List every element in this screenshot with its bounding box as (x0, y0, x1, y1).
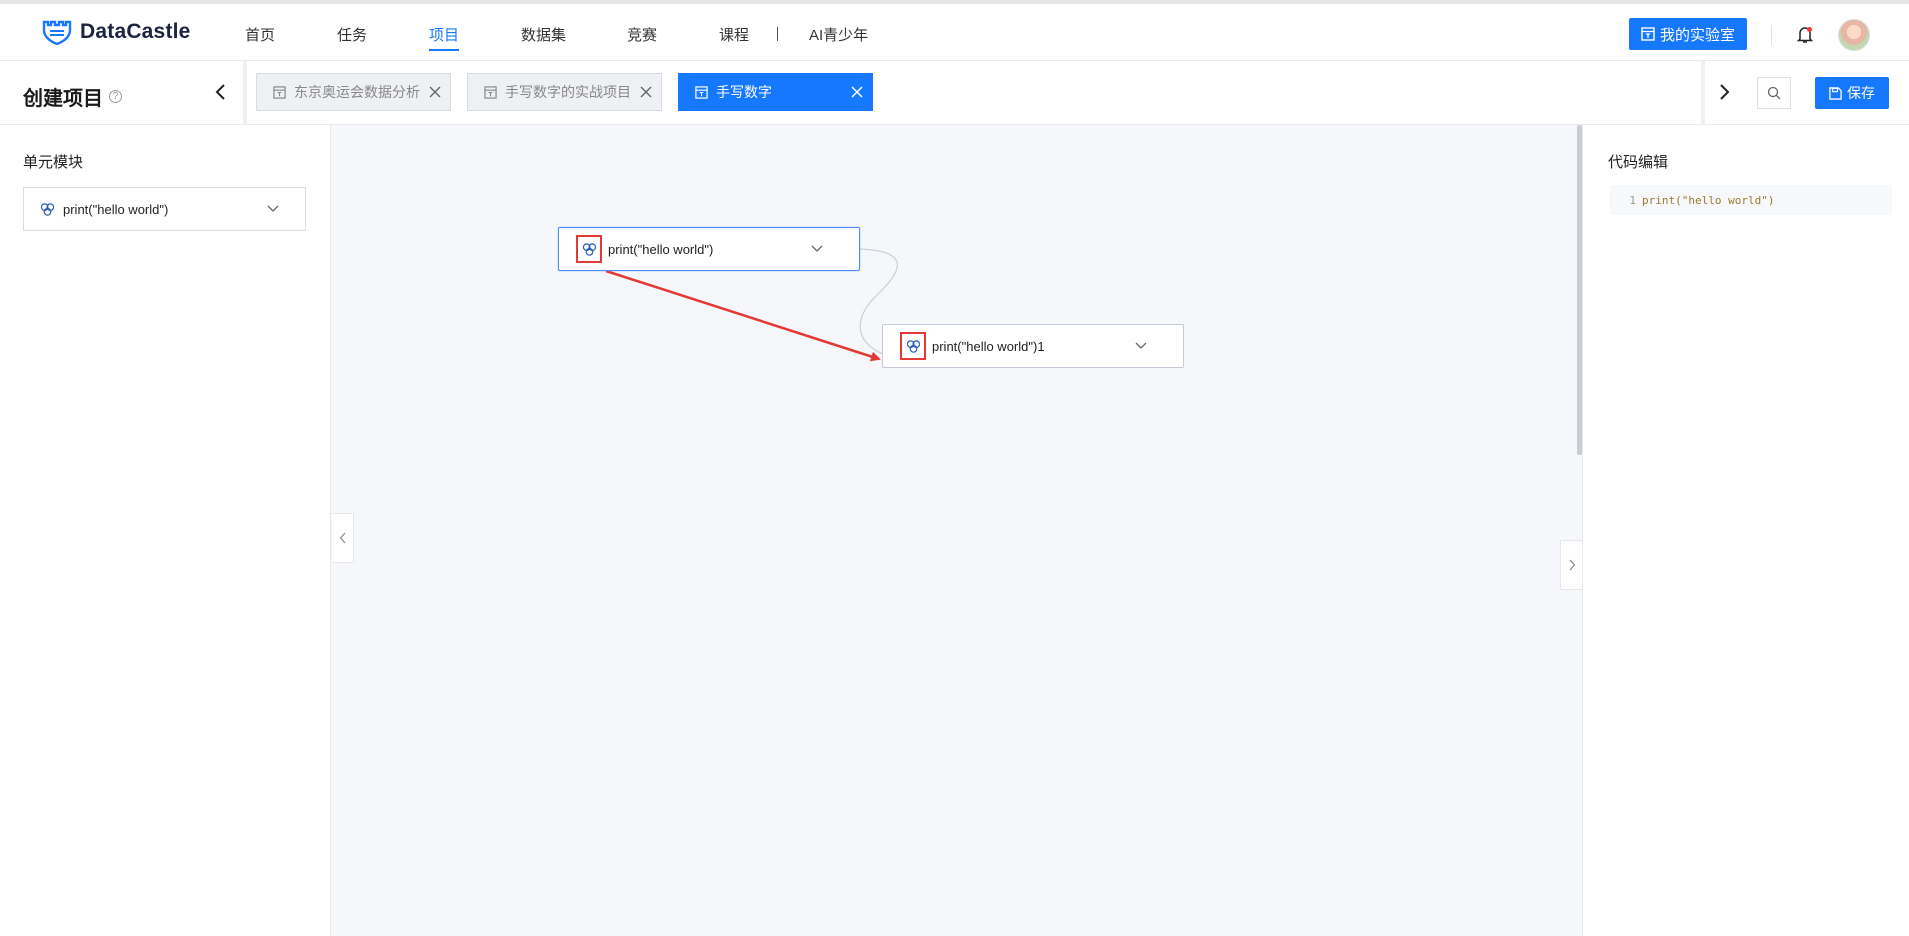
code-editor[interactable]: 1 print("hello world") (1610, 185, 1892, 215)
connection-layer (605, 248, 904, 362)
tab-handwriting-practice[interactable]: 手写数字的实战项目 (467, 73, 662, 111)
page-title-text: 创建项目 (23, 88, 103, 110)
save-button[interactable]: 保存 (1815, 77, 1889, 109)
workflow-canvas[interactable]: print("hello world") print("hello world"… (332, 125, 1582, 936)
search-icon (1767, 86, 1781, 100)
chevron-down-icon[interactable] (811, 245, 823, 253)
nav-item-competitions[interactable]: 竞赛 (627, 24, 657, 64)
brand-name: DataCastle (80, 20, 191, 43)
save-label: 保存 (1847, 85, 1875, 101)
code-editor-panel: 代码编辑 1 print("hello world") (1582, 125, 1909, 936)
my-lab-label: 我的实验室 (1659, 26, 1735, 44)
project-toolbar: 创建项目 ? 东京奥运会数据分析 手写数字的实战项目 手写数字 保存 (0, 61, 1909, 125)
node-cluster-icon[interactable] (900, 332, 926, 360)
page-title: 创建项目 ? (23, 82, 122, 111)
datacastle-logo-icon (42, 20, 72, 45)
help-icon[interactable]: ? (109, 90, 122, 103)
tab-handwriting-digits[interactable]: 手写数字 (678, 73, 873, 111)
nav-item-ai-youth[interactable]: AI青少年 (809, 24, 868, 64)
canvas-node-hello-world[interactable]: print("hello world") (558, 227, 860, 271)
project-tab-icon (273, 85, 286, 99)
tab-label: 东京奥运会数据分析 (294, 84, 420, 100)
node-cluster-icon[interactable] (576, 235, 602, 263)
logo[interactable]: DataCastle (42, 19, 191, 45)
panel-heading: 单元模块 (23, 154, 84, 171)
tab-close-icon[interactable] (842, 86, 872, 98)
search-button[interactable] (1757, 77, 1791, 109)
nav-item-tasks[interactable]: 任务 (337, 24, 367, 64)
chevron-down-icon[interactable] (1135, 342, 1147, 350)
module-label: print("hello world") (63, 201, 169, 217)
my-lab-button[interactable]: 我的实验室 (1629, 18, 1747, 50)
chevron-left-icon (339, 532, 345, 544)
project-tab-icon (484, 85, 497, 99)
tab-close-icon[interactable] (420, 86, 450, 98)
line-number: 1 (1629, 193, 1636, 207)
nav-separator (777, 27, 778, 41)
chevron-right-icon (1569, 559, 1575, 571)
code-text[interactable]: print("hello world") (1642, 194, 1774, 207)
annotation-arrow (605, 269, 881, 362)
tab-tokyo-olympics[interactable]: 东京奥运会数据分析 (256, 73, 451, 111)
user-avatar[interactable] (1838, 19, 1870, 51)
lab-icon (1641, 27, 1655, 41)
canvas-node-hello-world-1[interactable]: print("hello world")1 (882, 324, 1184, 368)
top-navigation: DataCastle 首页 任务 项目 数据集 竞赛 课程 AI青少年 我的实验… (0, 0, 1909, 61)
save-icon (1829, 86, 1842, 100)
collapse-right-panel-handle[interactable] (1560, 540, 1582, 590)
nav-item-courses[interactable]: 课程 (719, 24, 749, 64)
unit-module-panel: 单元模块 print("hello world") (0, 125, 331, 936)
nav-item-projects[interactable]: 项目 (429, 24, 460, 64)
node-label: print("hello world")1 (932, 338, 1045, 354)
notification-bell-icon[interactable] (1797, 26, 1813, 44)
nav-item-home[interactable]: 首页 (245, 24, 275, 64)
header-divider (1771, 25, 1772, 45)
collapse-left-panel-handle[interactable] (332, 513, 354, 563)
tab-strip-divider (243, 61, 247, 125)
tab-label: 手写数字 (716, 84, 772, 100)
collapse-panel-icon[interactable] (213, 82, 229, 102)
project-tab-icon (695, 85, 708, 99)
node-label: print("hello world") (608, 241, 714, 257)
scroll-tabs-right-icon[interactable] (1716, 82, 1732, 102)
tab-label: 手写数字的实战项目 (505, 84, 631, 100)
panel-heading: 代码编辑 (1608, 154, 1669, 171)
nav-item-datasets[interactable]: 数据集 (521, 24, 566, 64)
toolbar-right-divider (1701, 61, 1705, 125)
module-item[interactable]: print("hello world") (23, 187, 306, 231)
module-cluster-icon (40, 203, 55, 216)
chevron-down-icon[interactable] (267, 205, 279, 213)
tab-close-icon[interactable] (631, 86, 661, 98)
